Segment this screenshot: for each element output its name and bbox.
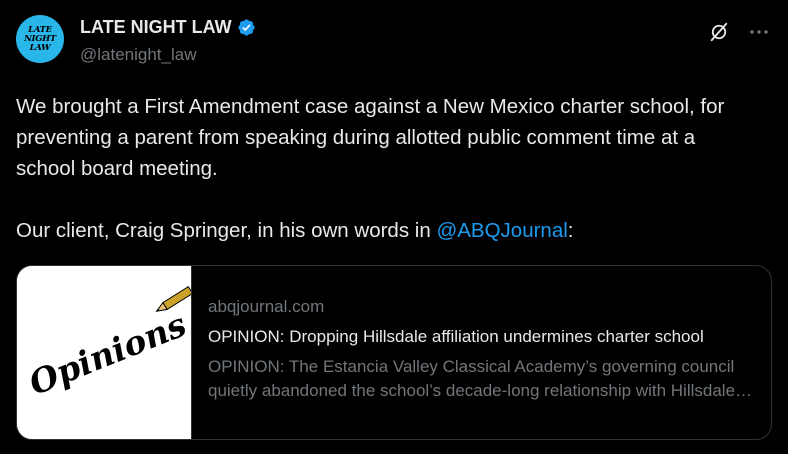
card-title[interactable]: OPINION: Dropping Hillsdale affiliation … — [208, 325, 758, 349]
card-domain: abqjournal.com — [208, 297, 325, 316]
opinions-image-icon: Opinions — [17, 266, 194, 439]
card-description: OPINION: The Estancia Valley Classical A… — [208, 357, 736, 400]
card-thumbnail[interactable]: Opinions — [17, 266, 194, 439]
more-icon[interactable] — [747, 20, 771, 44]
grok-icon[interactable] — [708, 21, 730, 43]
display-name[interactable]: LATE NIGHT LAW — [80, 17, 232, 38]
tweet-text-end: : — [567, 219, 574, 242]
tweet-text: We brought a First Amendment case agains… — [16, 91, 756, 246]
avatar-text-3: LAW — [29, 42, 51, 53]
author-name-row[interactable]: LATE NIGHT LAW — [80, 17, 256, 38]
avatar[interactable]: LATE NIGHT LAW — [16, 15, 64, 63]
card-body[interactable]: abqjournal.com OPINION: Dropping Hillsda… — [208, 295, 758, 403]
link-card[interactable]: Opinions abqjournal.com OPINION: Droppin… — [16, 265, 772, 440]
mention-link[interactable]: @ABQJournal — [436, 219, 567, 242]
handle[interactable]: @latenight_law — [80, 45, 197, 65]
tweet-text-body: We brought a First Amendment case agains… — [16, 95, 725, 242]
verified-badge-icon — [238, 19, 255, 36]
